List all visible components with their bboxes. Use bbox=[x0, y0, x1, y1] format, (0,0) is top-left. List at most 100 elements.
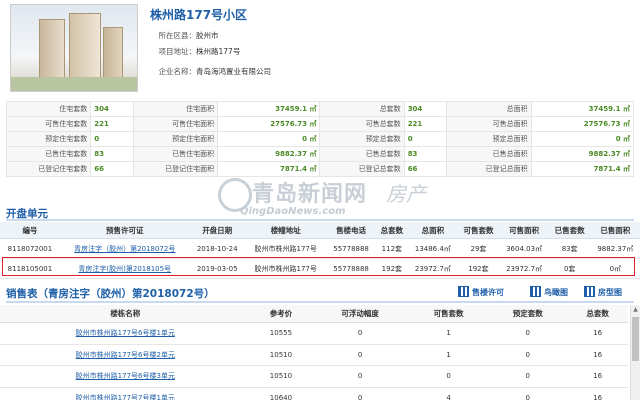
open-units-header: 总面积 bbox=[408, 222, 458, 239]
tool-sale-permit[interactable]: 售楼许可 bbox=[458, 286, 504, 298]
building-link[interactable]: 胶州市株州路177号6号楼1单元 bbox=[0, 322, 251, 345]
open-units-cell: 29套 bbox=[457, 238, 500, 259]
district-label: 所在区县： bbox=[158, 31, 197, 40]
building-link[interactable]: 胶州市株州路177号6号楼2单元 bbox=[0, 344, 251, 366]
summary-value: 37459.1 ㎡ bbox=[217, 101, 321, 117]
summary-label: 预定住宅面积 bbox=[132, 131, 219, 147]
summary-label: 可售总套数 bbox=[319, 116, 405, 132]
district-value: 胶州市 bbox=[196, 31, 219, 40]
summary-value: 0 bbox=[90, 131, 134, 147]
summary-label: 已登记住宅面积 bbox=[132, 161, 219, 177]
permit-icon bbox=[458, 286, 469, 297]
sales-header: 总套数 bbox=[567, 305, 628, 323]
scroll-thumb[interactable] bbox=[632, 317, 639, 361]
summary-label: 可售住宅套数 bbox=[5, 116, 92, 132]
summary-value: 9882.37 ㎡ bbox=[217, 146, 321, 162]
summary-value: 9882.37 ㎡ bbox=[530, 146, 635, 162]
company-value: 青岛海鸿置业有限公司 bbox=[196, 67, 271, 76]
project-header: 株州路177号小区 所在区县：胶州市 项目地址：株州路177号 企业名称：青岛海… bbox=[0, 0, 640, 96]
sales-cell: 0 bbox=[488, 322, 568, 345]
open-units-cell: 8118072001 bbox=[0, 238, 60, 259]
scrollbar[interactable]: ▲ bbox=[630, 305, 640, 400]
sales-cell: 16 bbox=[567, 344, 628, 366]
summary-value: 0 ㎡ bbox=[530, 131, 635, 147]
open-units-header: 已售面积 bbox=[590, 222, 640, 239]
project-title: 株州路177号小区 bbox=[150, 8, 248, 22]
summary-label: 预定总面积 bbox=[446, 131, 532, 147]
sales-cell: 10555 bbox=[250, 322, 312, 345]
summary-value: 27576.73 ㎡ bbox=[530, 116, 635, 132]
summary-value: 221 bbox=[90, 116, 134, 132]
summary-label: 总面积 bbox=[446, 101, 532, 117]
sales-cell: 0 bbox=[311, 344, 409, 366]
open-units-cell: 112套 bbox=[375, 238, 409, 259]
open-units-header: 可售套数 bbox=[457, 222, 500, 239]
summary-label: 住宅套数 bbox=[5, 101, 92, 117]
open-units-cell: 55778888 bbox=[326, 238, 376, 259]
open-units-header: 预售许可证 bbox=[59, 222, 190, 239]
summary-value: 7871.4 ㎡ bbox=[530, 161, 635, 177]
sales-row[interactable]: 胶州市株州路177号6号楼1单元 10555 0 1 0 16 bbox=[0, 322, 628, 345]
sales-row[interactable]: 胶州市株州路177号6号楼3单元 10510 0 0 0 16 bbox=[0, 365, 628, 388]
summary-value: 0 ㎡ bbox=[217, 131, 321, 147]
summary-label: 已售总套数 bbox=[319, 146, 405, 162]
sales-divider bbox=[6, 301, 634, 303]
open-units-divider bbox=[6, 219, 634, 221]
sales-header: 可浮动幅度 bbox=[311, 305, 409, 323]
summary-row: 预定住宅套数 0 预定住宅面积 0 ㎡预定总套数 0 预定总面积 0 ㎡ bbox=[5, 131, 635, 147]
highlight-box bbox=[2, 257, 635, 276]
summary-label: 预定住宅套数 bbox=[5, 131, 92, 147]
building-link[interactable]: 胶州市株州路177号7号楼1单元 bbox=[0, 387, 251, 400]
sales-cell: 1 bbox=[408, 344, 489, 366]
tool-floor-plan[interactable]: 房型图 bbox=[584, 286, 622, 298]
address-row: 项目地址：株州路177号 bbox=[150, 46, 241, 57]
summary-row: 可售住宅套数 221 可售住宅面积 27576.73 ㎡可售总套数 221 可售总面积 27… bbox=[5, 116, 635, 132]
sales-cell: 0 bbox=[488, 344, 568, 366]
aerial-icon bbox=[530, 286, 541, 297]
open-units-cell: 胶州市株州路177号 bbox=[244, 238, 327, 259]
project-photo[interactable] bbox=[10, 4, 138, 92]
sales-title: 销售表（青房注字（胶州）第2018072号） bbox=[6, 288, 215, 300]
permit-link[interactable]: 青房注字（胶州）第2018072号 bbox=[59, 238, 190, 259]
summary-label: 已售总面积 bbox=[446, 146, 532, 162]
tool-aerial-view[interactable]: 鸟瞰图 bbox=[530, 286, 568, 298]
sales-row[interactable]: 胶州市株州路177号6号楼2单元 10510 0 1 0 16 bbox=[0, 344, 628, 366]
open-units-header: 可售面积 bbox=[499, 222, 549, 239]
open-units-header: 总套数 bbox=[375, 222, 409, 239]
sales-cell: 0 bbox=[488, 387, 568, 400]
summary-row: 已售住宅套数 83 已售住宅面积 9882.37 ㎡已售总套数 83 已售总面积 9882.… bbox=[5, 146, 635, 162]
open-units-row[interactable]: 8118072001 青房注字（胶州）第2018072号 2018-10-24 胶州市… bbox=[0, 238, 640, 259]
open-units-cell: 13486.4㎡ bbox=[408, 238, 458, 259]
open-units-cell: 2018-10-24 bbox=[189, 238, 245, 259]
sales-cell: 4 bbox=[408, 387, 489, 400]
address-value: 株州路177号 bbox=[196, 47, 241, 56]
summary-value: 83 bbox=[90, 146, 134, 162]
summary-label: 可售总面积 bbox=[446, 116, 532, 132]
open-units-header: 开盘日期 bbox=[189, 222, 245, 239]
summary-value: 7871.4 ㎡ bbox=[217, 161, 321, 177]
sales-row[interactable]: 胶州市株州路177号7号楼1单元 10640 0 4 0 16 bbox=[0, 387, 628, 400]
summary-label: 已售住宅面积 bbox=[132, 146, 219, 162]
page: 株州路177号小区 所在区县：胶州市 项目地址：株州路177号 企业名称：青岛海… bbox=[0, 0, 640, 400]
summary-label: 可售住宅面积 bbox=[132, 116, 219, 132]
scroll-up-icon[interactable]: ▲ bbox=[632, 306, 639, 314]
sales-cell: 16 bbox=[567, 365, 628, 388]
open-units-header: 编号 bbox=[0, 222, 60, 239]
sales-cell: 0 bbox=[408, 365, 489, 388]
sales-cell: 1 bbox=[408, 322, 489, 345]
sales-cell: 0 bbox=[311, 322, 409, 345]
sales-cell: 10510 bbox=[250, 344, 312, 366]
building-link[interactable]: 胶州市株州路177号6号楼3单元 bbox=[0, 365, 251, 388]
summary-value: 221 bbox=[403, 116, 448, 132]
watermark-url: QingDaoNews.com bbox=[240, 206, 346, 217]
summary-value: 304 bbox=[90, 101, 134, 117]
sales-cell: 10640 bbox=[250, 387, 312, 400]
summary-value: 304 bbox=[403, 101, 448, 117]
floor-plan-icon bbox=[584, 286, 595, 297]
watermark-extra: 房产 bbox=[386, 182, 426, 206]
summary-row: 已登记住宅套数 66 已登记住宅面积 7871.4 ㎡已登记总套数 66 已登记总面积 78… bbox=[5, 161, 635, 177]
summary-row: 住宅套数 304 住宅面积 37459.1 ㎡总套数 304 总面积 37459.1 ㎡ bbox=[5, 101, 635, 117]
summary-table: 住宅套数 304 住宅面积 37459.1 ㎡总套数 304 总面积 37459.1 ㎡可售… bbox=[5, 101, 635, 177]
sales-cell: 0 bbox=[488, 365, 568, 388]
sales-header: 预定套数 bbox=[488, 305, 568, 323]
